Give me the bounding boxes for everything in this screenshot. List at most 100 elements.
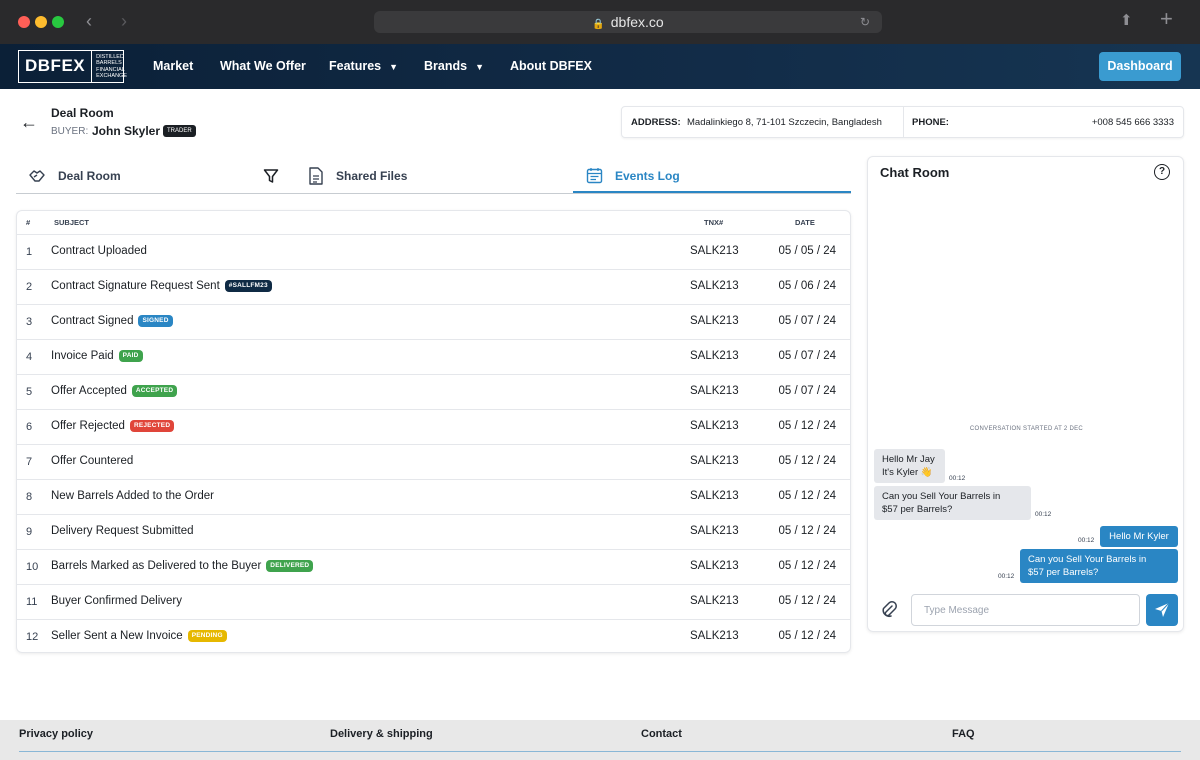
- address-value: Madalinkiego 8, 71-101 Szczecin, Banglad…: [687, 117, 882, 128]
- message-timestamp: 00:12: [949, 475, 966, 482]
- footer-link-privacy[interactable]: Privacy policy: [19, 728, 93, 740]
- row-date: 05 / 12 / 24: [778, 525, 836, 537]
- table-row[interactable]: 1 Contract Uploaded SALK213 05 / 05 / 24: [17, 235, 850, 270]
- tab-events-log[interactable]: Events Log: [586, 158, 680, 193]
- row-date: 05 / 06 / 24: [778, 280, 836, 292]
- chat-message-incoming: Hello Mr Jay It's Kyler 👋: [874, 449, 945, 483]
- footer-link-contact[interactable]: Contact: [641, 728, 682, 740]
- row-tnx: SALK213: [690, 350, 739, 362]
- row-subject-cell: Contract Uploaded: [51, 245, 147, 257]
- row-date: 05 / 12 / 24: [778, 455, 836, 467]
- row-subject-cell: Buyer Confirmed Delivery: [51, 595, 182, 607]
- row-tnx: SALK213: [690, 455, 739, 467]
- logo[interactable]: DBFEX DISTILLED BARRELS FINANCIAL EXCHAN…: [18, 50, 127, 83]
- row-date: 05 / 12 / 24: [778, 630, 836, 642]
- message-input[interactable]: [911, 594, 1140, 626]
- calendar-icon: [586, 168, 603, 184]
- status-badge: SIGNED: [138, 315, 173, 327]
- nav-what-we-offer-label: What We Offer: [220, 59, 306, 73]
- help-icon[interactable]: ?: [1154, 164, 1170, 180]
- row-number: 3: [26, 316, 33, 328]
- table-row[interactable]: 7 Offer Countered SALK213 05 / 12 / 24: [17, 445, 850, 480]
- row-date: 05 / 07 / 24: [778, 315, 836, 327]
- row-date: 05 / 12 / 24: [778, 560, 836, 572]
- message-line: $57 per Barrels?: [882, 504, 953, 515]
- tab-filter[interactable]: [263, 158, 279, 193]
- table-row[interactable]: 4 Invoice Paid PAID SALK213 05 / 07 / 24: [17, 340, 850, 375]
- row-number: 4: [26, 351, 33, 363]
- table-row[interactable]: 3 Contract Signed SIGNED SALK213 05 / 07 / 2…: [17, 305, 850, 340]
- footer-link-faq[interactable]: FAQ: [952, 728, 975, 740]
- file-icon: [309, 166, 323, 185]
- row-subject-cell: Contract Signed SIGNED: [51, 315, 173, 327]
- share-icon[interactable]: ⬆: [1120, 10, 1133, 32]
- message-line: Can you Sell Your Barrels in: [882, 491, 1001, 502]
- row-number: 5: [26, 386, 33, 398]
- row-subject: Contract Signed: [51, 315, 134, 327]
- table-row[interactable]: 5 Offer Accepted ACCEPTED SALK213 05 / 07 / …: [17, 375, 850, 410]
- phone-value: +008 545 666 3333: [1091, 117, 1174, 128]
- table-row[interactable]: 12 Seller Sent a New Invoice PENDING SALK21…: [17, 620, 850, 652]
- table-row[interactable]: 8 New Barrels Added to the Order SALK213 05…: [17, 480, 850, 515]
- dashboard-button[interactable]: Dashboard: [1099, 52, 1181, 81]
- forward-icon[interactable]: ›: [121, 10, 127, 32]
- minimize-window-button[interactable]: [35, 16, 47, 28]
- lock-icon: 🔒: [592, 19, 605, 30]
- nav-about[interactable]: About DBFEX: [510, 44, 592, 89]
- footer-link-delivery[interactable]: Delivery & shipping: [330, 728, 433, 740]
- status-badge: PAID: [118, 350, 143, 362]
- message-line: $57 per Barrels?: [1028, 567, 1099, 578]
- nav-about-label: About DBFEX: [510, 59, 592, 73]
- back-icon[interactable]: ‹: [86, 10, 92, 32]
- row-tnx: SALK213: [690, 245, 739, 257]
- status-badge: ACCEPTED: [131, 385, 178, 397]
- message-timestamp: 00:12: [1035, 511, 1052, 518]
- row-number: 2: [26, 281, 33, 293]
- conversation-started-label: CONVERSATION STARTED AT 2 DEC: [969, 426, 1084, 432]
- address-bar[interactable]: 🔒 dbfex.co ↻: [374, 11, 882, 33]
- filter-icon: [263, 168, 279, 183]
- table-row[interactable]: 11 Buyer Confirmed Delivery SALK213 05 / 12…: [17, 585, 850, 620]
- paperclip-icon[interactable]: [877, 595, 901, 625]
- table-row[interactable]: 9 Delivery Request Submitted SALK213 05 / 1…: [17, 515, 850, 550]
- row-subject: Seller Sent a New Invoice: [51, 630, 183, 642]
- tab-shared-files[interactable]: Shared Files: [308, 158, 407, 193]
- table-row[interactable]: 6 Offer Rejected REJECTED SALK213 05 / 12 / …: [17, 410, 850, 445]
- chevron-down-icon: ▼: [389, 62, 399, 72]
- row-number: 1: [26, 246, 33, 258]
- row-subject-cell: Offer Rejected REJECTED: [51, 420, 175, 432]
- back-arrow-icon[interactable]: ←: [20, 112, 38, 132]
- nav-features[interactable]: Features ▼: [329, 44, 398, 89]
- nav-brands-label: Brands: [424, 59, 468, 73]
- close-window-button[interactable]: [18, 16, 30, 28]
- nav-what-we-offer[interactable]: What We Offer: [220, 44, 306, 89]
- divider: [19, 751, 1181, 752]
- row-tnx: SALK213: [690, 560, 739, 572]
- row-number: 12: [26, 631, 39, 643]
- col-header-num: #: [26, 218, 31, 227]
- row-date: 05 / 12 / 24: [778, 490, 836, 502]
- table-row[interactable]: 10 Barrels Marked as Delivered to the Buy…: [17, 550, 850, 585]
- nav-brands[interactable]: Brands ▼: [424, 44, 484, 89]
- row-subject-cell: Contract Signature Request Sent #SALLFM23: [51, 280, 272, 292]
- send-button[interactable]: [1146, 594, 1178, 626]
- tab-deal-room[interactable]: Deal Room: [28, 158, 121, 193]
- row-tnx: SALK213: [690, 525, 739, 537]
- row-subject: Buyer Confirmed Delivery: [51, 595, 183, 607]
- row-subject-cell: Barrels Marked as Delivered to the Buyer…: [51, 560, 314, 572]
- chat-title: Chat Room: [880, 165, 950, 180]
- row-subject: Offer Accepted: [51, 385, 127, 397]
- tab-bar: Deal Room Shared Files Events Log: [16, 158, 851, 194]
- status-badge: PENDING: [187, 630, 227, 642]
- row-subject-cell: Invoice Paid PAID: [51, 350, 143, 362]
- table-row[interactable]: 2 Contract Signature Request Sent #SALLFM2…: [17, 270, 850, 305]
- col-header-date: DATE: [795, 218, 815, 227]
- row-subject: Contract Uploaded: [51, 245, 147, 257]
- nav-market[interactable]: Market: [153, 44, 193, 89]
- maximize-window-button[interactable]: [52, 16, 64, 28]
- row-subject: Contract Signature Request Sent: [51, 280, 220, 292]
- new-tab-icon[interactable]: +: [1160, 8, 1173, 30]
- reload-icon[interactable]: ↻: [860, 11, 870, 33]
- status-badge: DELIVERED: [266, 560, 314, 572]
- message-line: Hello Mr Jay: [882, 454, 935, 465]
